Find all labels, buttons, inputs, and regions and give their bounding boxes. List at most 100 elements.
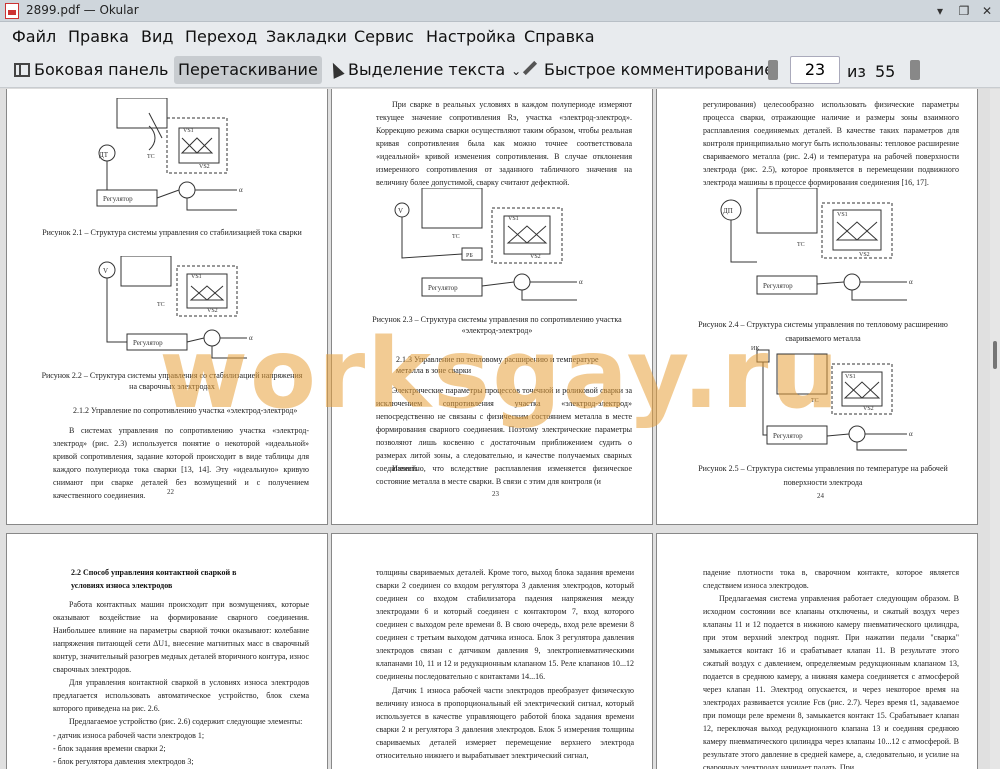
page-27: падение плотности тока в, сварочном конт…	[656, 533, 978, 769]
window-title: 2899.pdf — Okular	[26, 3, 139, 17]
svg-text:VS1: VS1	[183, 128, 194, 134]
list-item: - блок регулятора давления электродов 3;	[53, 757, 194, 766]
svg-text:РБ: РБ	[466, 253, 473, 259]
svg-text:α: α	[909, 278, 913, 286]
page-24-paragraph: регулирования) целесообразно использоват…	[703, 100, 959, 187]
svg-text:VS1: VS1	[191, 274, 202, 280]
svg-text:Регулятор: Регулятор	[428, 284, 458, 292]
page-24-number: 24	[817, 492, 824, 500]
figure-2-5-caption: Рисунок 2.5 – Структура системы управлен…	[698, 464, 948, 487]
svg-text:ТС: ТС	[797, 242, 805, 248]
figure-2-1-diagram: ДТ ТС VS1 VS2 Регулятор α	[96, 98, 243, 211]
text-select-tool-button[interactable]: Выделение текста ⌄	[326, 56, 525, 84]
svg-text:Регулятор: Регулятор	[773, 432, 803, 440]
svg-text:Регулятор: Регулятор	[133, 339, 163, 347]
svg-text:VS2: VS2	[199, 164, 210, 170]
figure-2-4-caption: Рисунок 2.4 – Структура системы управлен…	[698, 320, 948, 343]
previous-page-icon[interactable]	[768, 60, 778, 80]
page-26-paragraph-1: толщины свариваемых деталей. Кроме того,…	[376, 568, 634, 681]
section-2-2-heading: 2.2 Способ управления контактной сваркой…	[71, 568, 237, 590]
menu-bar: Файл Правка Вид Переход Закладки Сервис …	[0, 22, 1000, 52]
svg-text:ИК: ИК	[751, 346, 760, 352]
menu-file[interactable]: Файл	[12, 27, 56, 46]
list-item: - блок задания времени сварки 2;	[53, 744, 166, 753]
pen-icon	[522, 60, 538, 76]
svg-text:VS2: VS2	[207, 308, 218, 314]
text-select-label: Выделение текста	[348, 60, 506, 79]
figure-2-1-caption: Рисунок 2.1 – Структура системы управлен…	[42, 228, 302, 237]
figure-2-3-diagram: V РБ ТС VS1 VS2 Регулятор α	[394, 188, 583, 301]
maximize-icon[interactable]: ❐	[956, 3, 972, 19]
svg-text:α: α	[909, 430, 913, 438]
svg-text:Регулятор: Регулятор	[103, 195, 133, 203]
page-24: регулирования) целесообразно использоват…	[656, 89, 978, 525]
page-22-number: 22	[167, 488, 174, 496]
sidebar-button-label: Боковая панель	[34, 60, 169, 79]
quick-annotation-button[interactable]: Быстрое комментирование	[518, 56, 778, 84]
svg-text:ТС: ТС	[452, 234, 460, 240]
browse-tool-button[interactable]: Перетаскивание	[174, 56, 322, 84]
svg-text:ДТ: ДТ	[99, 151, 109, 159]
browse-button-label: Перетаскивание	[178, 60, 318, 79]
page-23: При сварке в реальных условиях в каждом …	[331, 89, 653, 525]
svg-text:V: V	[398, 207, 403, 215]
menu-bookmarks[interactable]: Закладки	[266, 27, 347, 46]
svg-text:VS2: VS2	[863, 406, 874, 412]
title-bar: 2899.pdf — Okular ▾ ❐ ✕	[0, 0, 1000, 22]
page-22: ДТ ТС VS1 VS2 Регулятор α Рисунок 2.1 – …	[6, 89, 328, 525]
page-27-paragraph-1: падение плотности тока в, сварочном конт…	[703, 568, 959, 590]
page-25-paragraph-1: Работа контактных машин происходит при в…	[53, 600, 309, 674]
main-toolbar: Боковая панель Перетаскивание Выделение …	[0, 52, 1000, 88]
page-23-paragraph-3: Известно, что вследствие расплавления из…	[376, 464, 632, 486]
svg-text:ТС: ТС	[157, 302, 165, 308]
menu-tools[interactable]: Сервис	[354, 27, 414, 46]
page-27-paragraph-2: Предлагаемая система управления работает…	[703, 594, 959, 769]
page-23-number: 23	[492, 490, 499, 498]
svg-text:VS2: VS2	[859, 252, 870, 258]
svg-text:ТС: ТС	[147, 154, 155, 160]
scrollbar-thumb[interactable]	[993, 341, 997, 369]
menu-settings[interactable]: Настройка	[426, 27, 516, 46]
text-cursor-icon	[327, 60, 345, 79]
page-22-paragraph: В системах управления по сопротивлению у…	[53, 426, 309, 500]
page-25-paragraph-2: Для управления контактной сваркой в усло…	[53, 678, 309, 713]
next-page-icon[interactable]	[910, 60, 920, 80]
page-25: 2.2 Способ управления контактной сваркой…	[6, 533, 328, 769]
figure-2-5-diagram: ИК ТС VS1 VS2 Регулятор α	[751, 346, 913, 451]
sidebar-toggle-button[interactable]: Боковая панель	[10, 56, 172, 84]
menu-help[interactable]: Справка	[524, 27, 595, 46]
menu-edit[interactable]: Правка	[68, 27, 129, 46]
sidebar-icon	[14, 63, 30, 77]
svg-text:ДП: ДП	[723, 207, 733, 215]
svg-text:ТС: ТС	[811, 398, 819, 404]
list-item: - датчик износа рабочей части электродов…	[53, 731, 205, 740]
pdf-file-icon	[5, 3, 19, 19]
figure-2-4-diagram: ДП ТС VS1 VS2 Регулятор α	[720, 188, 913, 301]
close-icon[interactable]: ✕	[979, 3, 995, 19]
page-26-paragraph-2: Датчик 1 износа рабочей части электродов…	[376, 686, 634, 760]
page-25-paragraph-3: Предлагаемое устройство (рис. 2.6) содер…	[69, 717, 303, 726]
total-pages: 55	[875, 62, 896, 81]
page-23-paragraph-1: При сварке в реальных условиях в каждом …	[376, 100, 632, 187]
document-view[interactable]: ДТ ТС VS1 VS2 Регулятор α Рисунок 2.1 – …	[0, 89, 1000, 769]
menu-view[interactable]: Вид	[141, 27, 173, 46]
vertical-scrollbar[interactable]	[990, 89, 1000, 769]
menu-go[interactable]: Переход	[185, 27, 257, 46]
svg-text:VS1: VS1	[837, 212, 848, 218]
svg-text:VS1: VS1	[508, 216, 519, 222]
svg-text:VS1: VS1	[845, 374, 856, 380]
svg-text:α: α	[239, 186, 243, 194]
svg-text:Регулятор: Регулятор	[763, 282, 793, 290]
svg-text:α: α	[579, 278, 583, 286]
svg-text:VS2: VS2	[530, 254, 541, 260]
figure-2-2-caption: Рисунок 2.2 – Структура системы управлен…	[41, 371, 303, 391]
figure-2-3-caption: Рисунок 2.3 – Структура системы управлен…	[372, 315, 622, 335]
quick-annotation-label: Быстрое комментирование	[544, 60, 775, 79]
section-2-1-2-heading: 2.1.2 Управление по сопротивлению участк…	[73, 406, 298, 415]
svg-text:α: α	[249, 334, 253, 342]
figure-2-2-diagram: V ТС VS1 VS2 Регулятор α	[98, 256, 253, 359]
minimize-icon[interactable]: ▾	[932, 3, 948, 19]
page-number-input[interactable]: 23	[790, 56, 840, 84]
section-2-1-3-heading: 2.1.3 Управление по тепловому расширению…	[396, 355, 599, 375]
page-of-label: из	[847, 62, 866, 81]
